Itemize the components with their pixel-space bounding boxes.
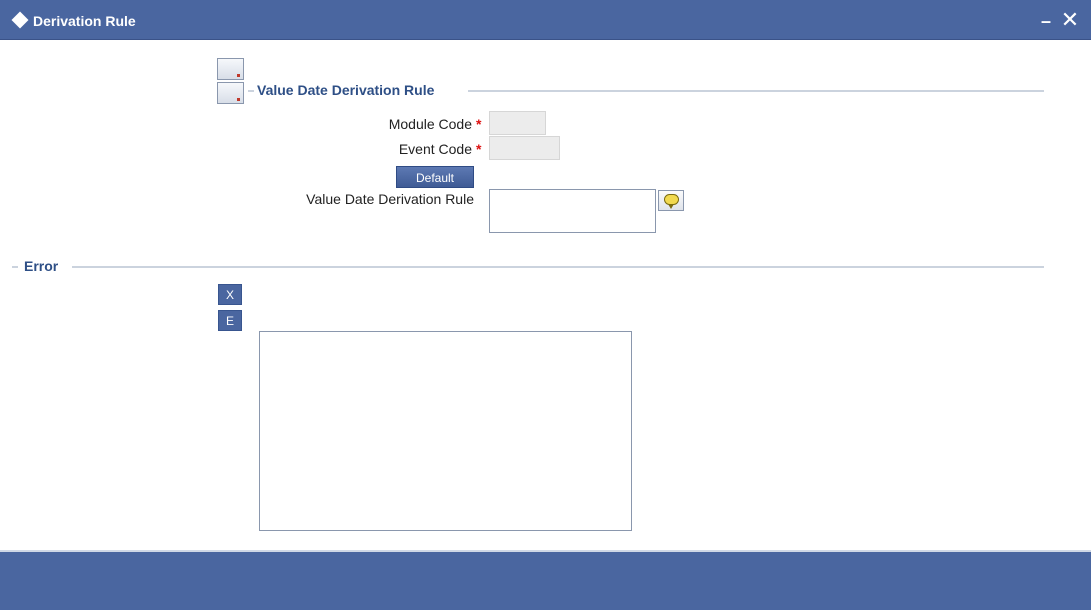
lov-bubble-icon — [664, 194, 679, 209]
error-textarea[interactable] — [259, 331, 632, 531]
value-date-section-legend: Value Date Derivation Rule — [257, 82, 435, 98]
title-bar: Derivation Rule – ✕ — [0, 0, 1091, 40]
required-marker: * — [476, 141, 482, 157]
section-divider — [72, 266, 1044, 268]
minimize-icon[interactable]: – — [1037, 12, 1055, 30]
event-code-label: Event Code — [398, 141, 472, 157]
error-e-button[interactable]: E — [218, 310, 242, 331]
section-divider — [248, 90, 254, 92]
lov-button[interactable] — [658, 190, 684, 211]
toolbar-icon[interactable] — [217, 82, 244, 104]
toolbar-icon[interactable] — [217, 58, 244, 80]
diamond-icon — [11, 11, 29, 29]
event-code-input[interactable] — [489, 136, 560, 160]
section-divider — [12, 266, 18, 268]
close-icon[interactable]: ✕ — [1060, 9, 1080, 31]
default-button[interactable]: Default — [396, 166, 474, 188]
error-section-legend: Error — [24, 258, 59, 274]
footer-bar — [0, 550, 1091, 610]
value-date-rule-textarea[interactable] — [489, 189, 656, 233]
error-x-button[interactable]: X — [218, 284, 242, 305]
value-date-rule-label: Value Date Derivation Rule — [306, 191, 474, 207]
required-marker: * — [476, 116, 482, 132]
module-code-label: Module Code — [388, 116, 472, 132]
section-divider — [468, 90, 1044, 92]
window-title: Derivation Rule — [33, 13, 136, 29]
module-code-input[interactable] — [489, 111, 546, 135]
